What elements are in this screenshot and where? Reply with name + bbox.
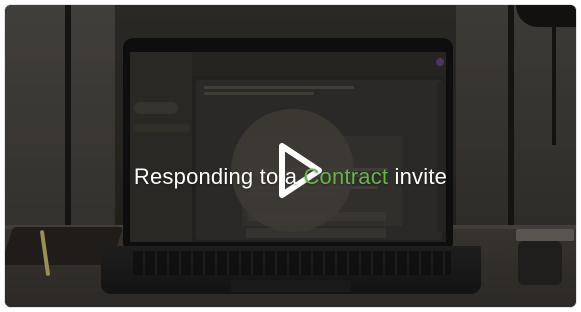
caption-text-2: g to a bbox=[240, 164, 304, 189]
caption-highlight: Contract bbox=[303, 164, 389, 189]
caption-text-1: Respondin bbox=[133, 164, 241, 189]
video-caption: Responding to a Contract invite bbox=[5, 164, 576, 190]
caption-text-3: invite bbox=[388, 164, 448, 189]
video-thumbnail[interactable]: Responding to a Contract invite bbox=[5, 5, 576, 307]
